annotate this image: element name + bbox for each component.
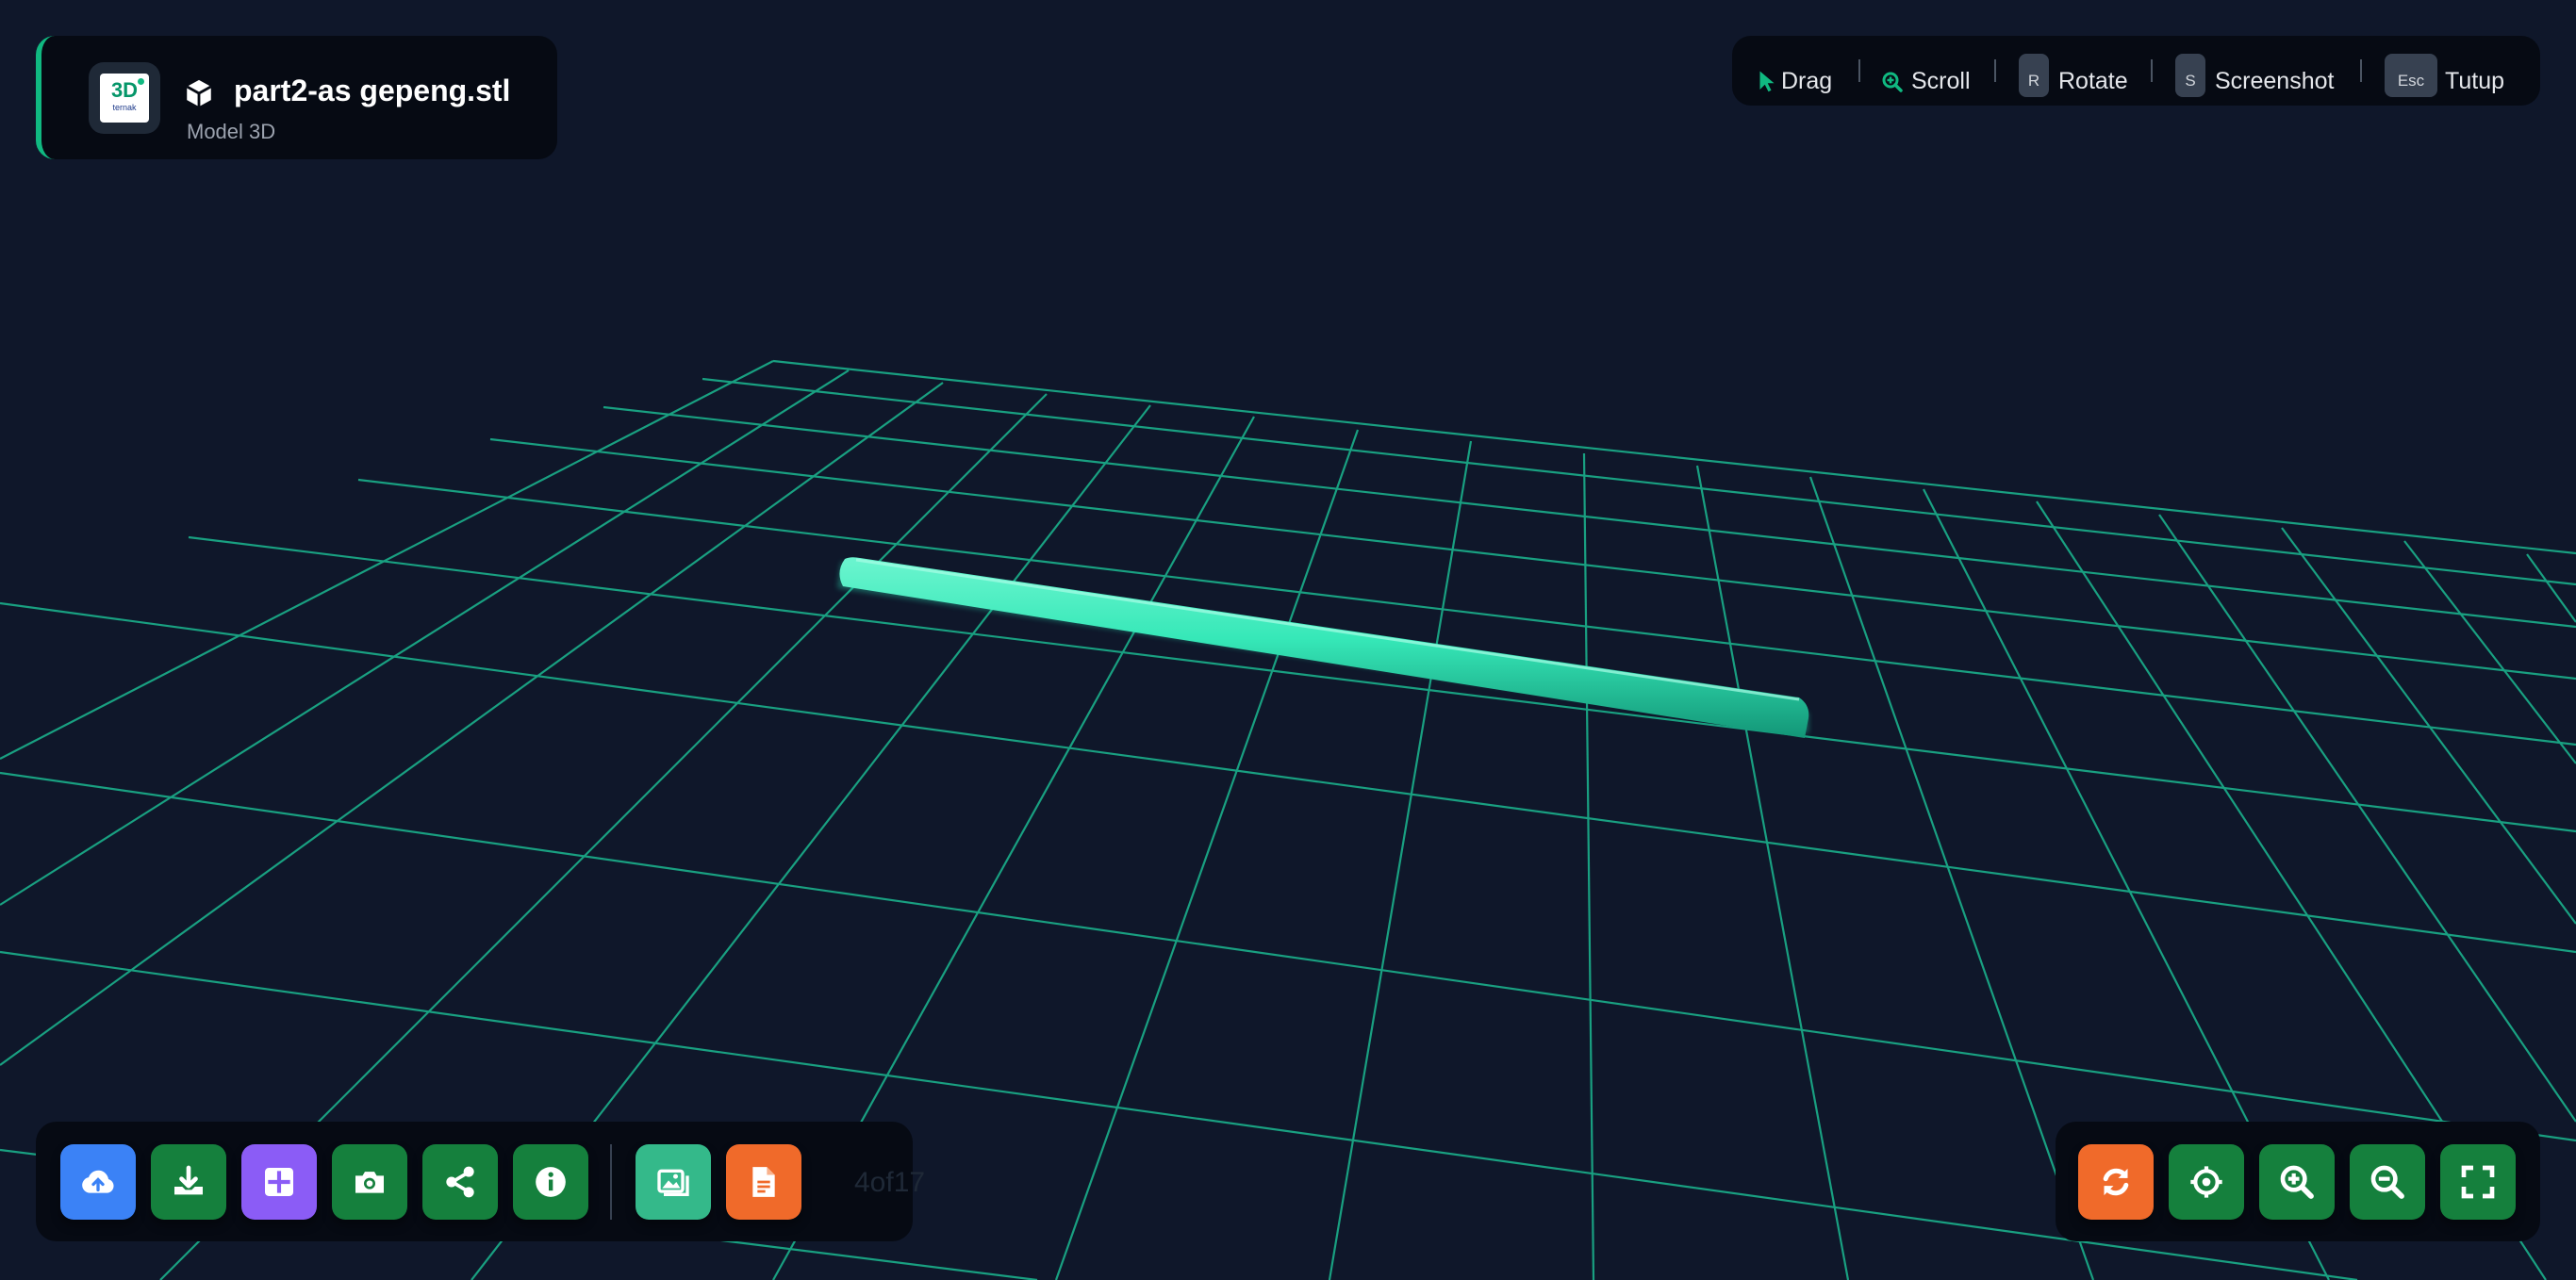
toolbar-divider: [610, 1144, 612, 1220]
zoom-in-button[interactable]: [2259, 1144, 2335, 1220]
help-divider: [1994, 59, 1996, 82]
fullscreen-icon: [2461, 1165, 2495, 1199]
logo-subtext: ternak: [112, 103, 137, 112]
fullscreen-button[interactable]: [2440, 1144, 2516, 1220]
cloud-upload-icon: [82, 1170, 114, 1193]
help-close-label: Tutup: [2445, 68, 2505, 94]
refresh-icon: [2103, 1168, 2129, 1196]
zoom-icon: [1882, 72, 1903, 92]
grid-icon: [265, 1168, 293, 1196]
download-button[interactable]: [151, 1144, 226, 1220]
logo-dot: [138, 78, 144, 85]
left-toolbar: 4of17: [36, 1122, 925, 1241]
share-button[interactable]: [422, 1144, 498, 1220]
info-button[interactable]: [513, 1144, 588, 1220]
grid-button[interactable]: [241, 1144, 317, 1220]
help-divider: [1858, 59, 1860, 82]
camera-button[interactable]: [332, 1144, 407, 1220]
gallery-icon: [657, 1169, 689, 1196]
app-logo: 3D ternak: [89, 62, 160, 134]
help-screenshot-label: Screenshot: [2215, 68, 2335, 94]
rotate-key: R: [2019, 54, 2049, 97]
download-icon: [174, 1165, 203, 1195]
file-info-card: 3D ternak part2-as gepeng.stl Model 3D: [36, 36, 557, 159]
gallery-button[interactable]: [636, 1144, 711, 1220]
file-name: part2-as gepeng.stl: [234, 74, 511, 107]
model-viewport[interactable]: [0, 0, 2576, 1280]
close-key: Esc: [2385, 54, 2437, 97]
help-rotate-label: Rotate: [2058, 68, 2128, 94]
zoom-out-button[interactable]: [2350, 1144, 2425, 1220]
zoom-out-icon: [2370, 1165, 2404, 1199]
screenshot-key: S: [2175, 54, 2205, 97]
file-subtitle: Model 3D: [187, 120, 276, 143]
right-toolbar: [2056, 1122, 2540, 1241]
cursor-icon: [1759, 71, 1775, 92]
model-counter: 4of17: [854, 1167, 926, 1198]
info-icon: [536, 1167, 566, 1197]
crosshair-icon: [2190, 1166, 2222, 1198]
center-view-button[interactable]: [2169, 1144, 2244, 1220]
reset-view-button[interactable]: [2078, 1144, 2154, 1220]
document-button[interactable]: [726, 1144, 801, 1220]
help-scroll-label: Scroll: [1911, 68, 1971, 94]
controls-help-bar: Drag Scroll R Rotate S Screenshot Esc Tu…: [1732, 36, 2540, 106]
help-drag-label: Drag: [1781, 68, 1833, 94]
share-icon: [446, 1166, 474, 1198]
camera-icon: [355, 1172, 384, 1193]
upload-button[interactable]: [60, 1144, 136, 1220]
document-icon: [752, 1167, 775, 1197]
cube-icon: [186, 79, 212, 107]
help-divider: [2360, 59, 2362, 82]
help-divider: [2151, 59, 2153, 82]
rod-model[interactable]: [837, 557, 1809, 738]
zoom-in-icon: [2280, 1165, 2314, 1199]
